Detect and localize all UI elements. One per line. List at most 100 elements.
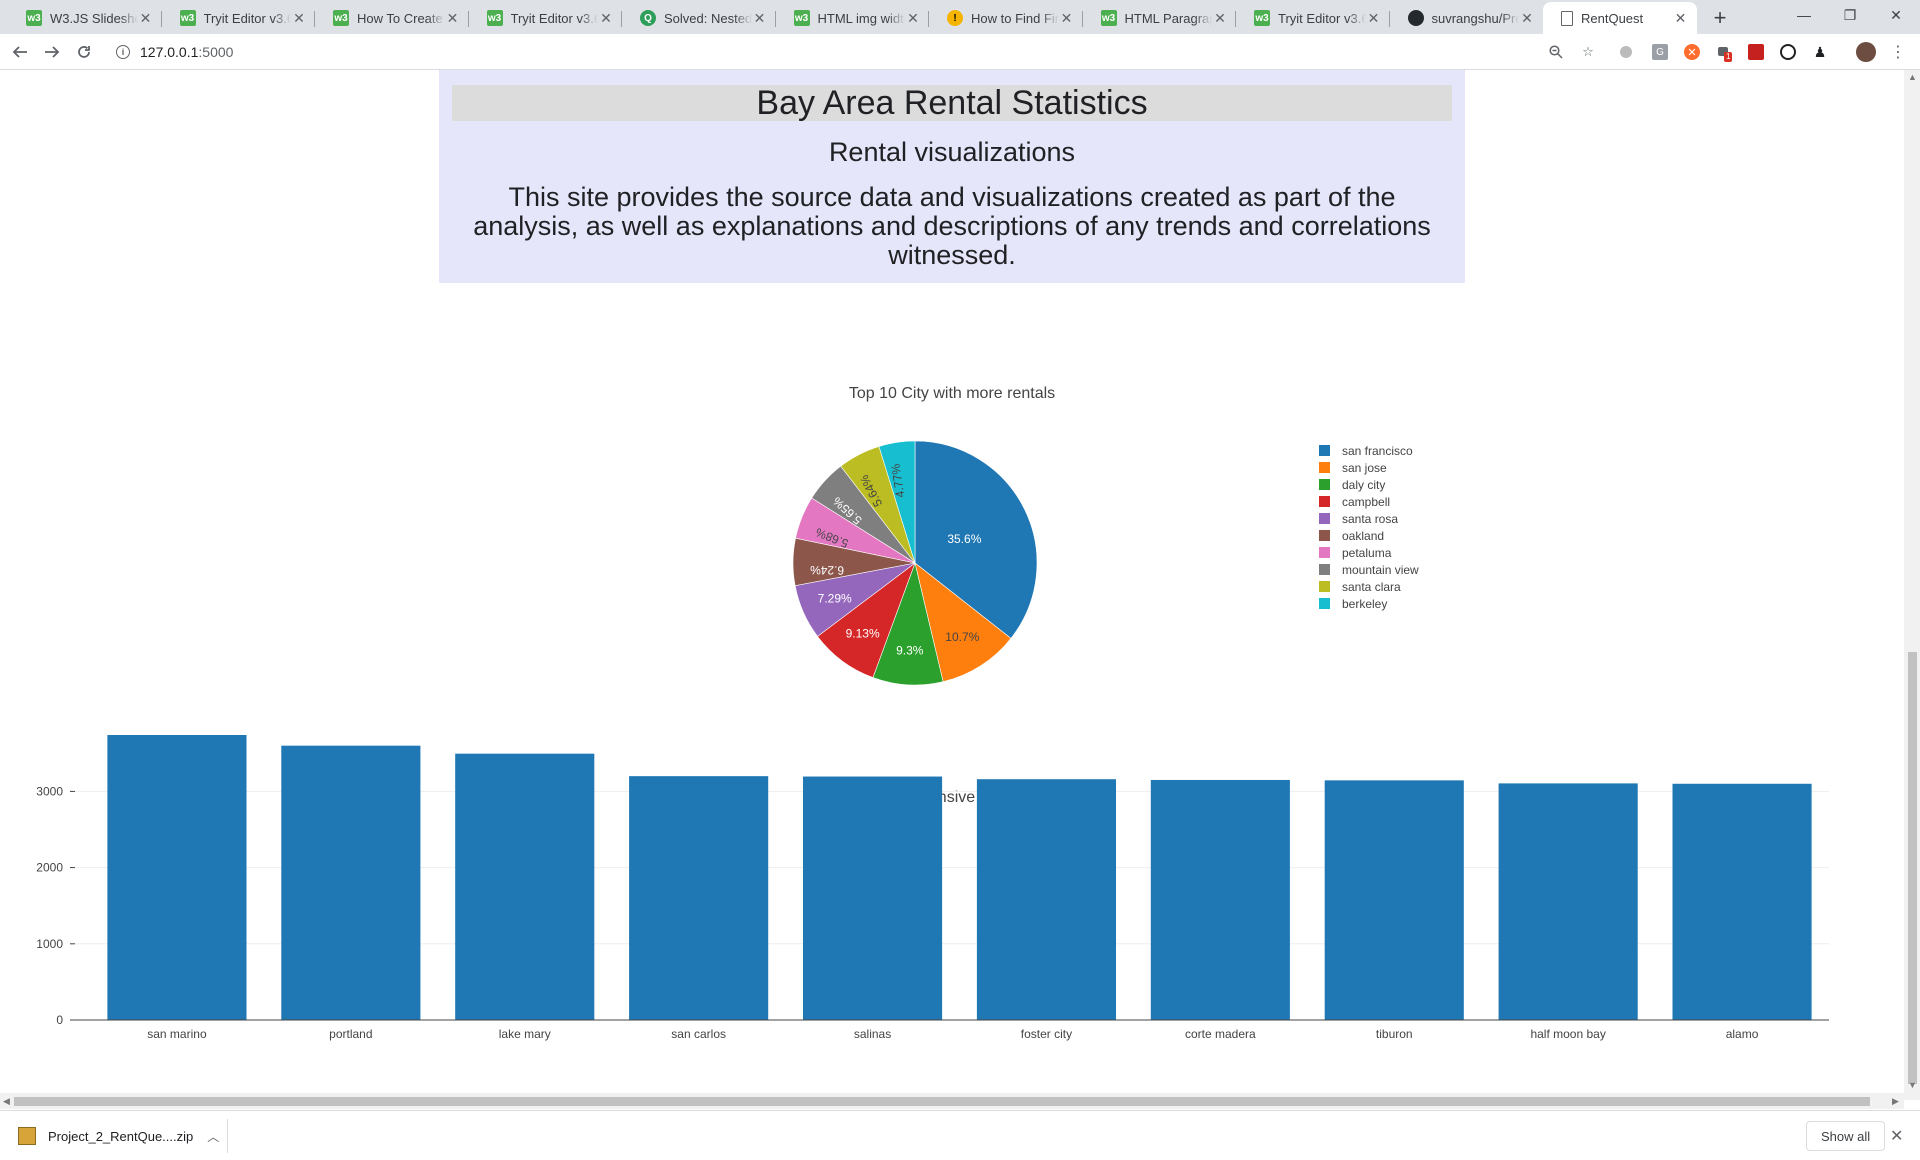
x-tick-label: corte madera xyxy=(1185,1027,1256,1041)
close-window-button[interactable]: ✕ xyxy=(1873,0,1919,30)
x-tick-label: san carlos xyxy=(671,1027,726,1041)
x-tick-label: half moon bay xyxy=(1530,1027,1605,1041)
horizontal-scroll-thumb[interactable] xyxy=(14,1097,1870,1106)
vertical-scroll-thumb[interactable] xyxy=(1908,652,1917,1084)
close-tab-icon[interactable]: ✕ xyxy=(598,10,614,27)
github-icon xyxy=(1407,10,1424,26)
extension-g-icon[interactable]: G xyxy=(1652,44,1668,60)
close-tab-icon[interactable]: ✕ xyxy=(138,10,154,27)
legend-item[interactable]: daly city xyxy=(1342,478,1385,492)
browser-tab[interactable]: RentQuest ✕ xyxy=(1543,2,1697,34)
legend-item[interactable]: petaluma xyxy=(1342,546,1392,560)
browser-tab[interactable]: w3 Tryit Editor v3.6 ✕ xyxy=(469,2,622,34)
restore-window-button[interactable]: ❐ xyxy=(1827,0,1873,30)
legend-item[interactable]: santa rosa xyxy=(1342,512,1398,526)
extension-gray-icon[interactable] xyxy=(1620,46,1632,58)
legend-item[interactable]: mountain view xyxy=(1342,563,1419,577)
close-tab-icon[interactable]: ✕ xyxy=(752,10,768,27)
tab-title: Tryit Editor v3.6 xyxy=(203,10,292,26)
browser-tab[interactable]: w3 HTML Paragraph✕ xyxy=(1083,2,1236,34)
tab-title: Solved: Nested If xyxy=(664,10,752,26)
download-item[interactable]: Project_2_RentQue....zip ︿ xyxy=(18,1119,228,1153)
legend-swatch xyxy=(1319,564,1330,575)
bar[interactable] xyxy=(1672,783,1812,1020)
pie-slice-label: 7.29% xyxy=(818,592,852,606)
show-all-button[interactable]: Show all xyxy=(1806,1121,1886,1151)
close-download-bar-icon[interactable]: ✕ xyxy=(1890,1126,1903,1146)
zoom-icon[interactable] xyxy=(1548,44,1564,60)
browser-tab[interactable]: w3 Tryit Editor v3.6 ✕ xyxy=(1236,2,1390,34)
download-bar: Project_2_RentQue....zip ︿ Show all ✕ xyxy=(0,1110,1920,1160)
extension-badge-icon[interactable]: 1 xyxy=(1716,44,1733,62)
legend-item[interactable]: oakland xyxy=(1342,529,1384,543)
browser-tab[interactable]: w3 W3.JS Slideshow✕ xyxy=(8,2,162,34)
scroll-right-icon[interactable]: ▶ xyxy=(1892,1096,1899,1107)
page-subtitle: Rental visualizations xyxy=(828,137,1076,167)
pie-slice-label: 9.3% xyxy=(896,644,924,658)
pie-slice-label: 6.24% xyxy=(810,563,844,577)
close-tab-icon[interactable]: ✕ xyxy=(1673,10,1689,27)
pie-chart-title: Top 10 City with more rentals xyxy=(849,385,1055,402)
back-button[interactable] xyxy=(6,38,34,66)
address-bar[interactable]: i 127.0.0.1:5000 xyxy=(108,38,1594,66)
profile-avatar[interactable] xyxy=(1856,42,1876,62)
browser-tab[interactable]: w3 Tryit Editor v3.6 ✕ xyxy=(162,2,315,34)
chevron-up-icon[interactable]: ︿ xyxy=(207,1128,219,1145)
bar[interactable] xyxy=(1324,780,1464,1020)
bar[interactable] xyxy=(107,735,247,1020)
forward-button[interactable] xyxy=(38,38,66,66)
close-tab-icon[interactable]: ✕ xyxy=(1059,10,1075,27)
bar[interactable] xyxy=(1150,779,1290,1020)
bar[interactable] xyxy=(976,779,1117,1020)
scroll-down-icon[interactable]: ▼ xyxy=(1908,1080,1917,1090)
legend-item[interactable]: campbell xyxy=(1342,495,1390,509)
browser-tab[interactable]: w3 How To Create a ✕ xyxy=(315,2,469,34)
browser-tab[interactable]: ! How to Find Find✕ xyxy=(929,2,1083,34)
close-tab-icon[interactable]: ✕ xyxy=(291,10,307,27)
clock-extension-icon[interactable] xyxy=(1780,44,1796,60)
x-tick-label: lake mary xyxy=(499,1027,551,1041)
close-tab-icon[interactable]: ✕ xyxy=(905,10,921,27)
tab-title: W3.JS Slideshow xyxy=(50,10,138,26)
legend-item[interactable]: berkeley xyxy=(1342,597,1387,611)
person-extension-icon[interactable]: ♟ xyxy=(1812,44,1828,60)
vertical-scrollbar[interactable]: ▲ ▼ xyxy=(1904,70,1920,1100)
reload-icon xyxy=(78,46,90,58)
new-tab-button[interactable]: + xyxy=(1706,4,1734,32)
tab-title: Tryit Editor v3.6 xyxy=(1278,10,1366,26)
w3schools-icon: w3 xyxy=(1100,10,1117,26)
browser-tab[interactable]: Q Solved: Nested If✕ xyxy=(622,2,776,34)
close-tab-icon[interactable]: ✕ xyxy=(1366,10,1382,27)
bar[interactable] xyxy=(802,776,943,1020)
scroll-left-icon[interactable]: ◀ xyxy=(3,1096,10,1107)
close-tab-icon[interactable]: ✕ xyxy=(1519,10,1535,27)
pdf-extension-icon[interactable] xyxy=(1748,44,1764,60)
page-content: Bay Area Rental Statistics Rental visual… xyxy=(0,70,1904,1100)
legend-swatch xyxy=(1319,530,1330,541)
bar[interactable] xyxy=(1498,783,1638,1020)
scroll-up-icon[interactable]: ▲ xyxy=(1908,72,1917,82)
bar[interactable] xyxy=(629,776,769,1020)
bar[interactable] xyxy=(281,745,421,1020)
horizontal-scrollbar[interactable]: ◀ ▶ xyxy=(0,1093,1904,1109)
browser-tab[interactable]: suvrangshu/Proj ✕ xyxy=(1390,2,1544,34)
reload-button[interactable] xyxy=(70,38,98,66)
minimize-window-button[interactable]: — xyxy=(1781,0,1827,30)
site-info-icon[interactable]: i xyxy=(116,45,130,59)
extension-orange-icon[interactable]: ✕ xyxy=(1684,44,1700,60)
bar[interactable] xyxy=(455,753,595,1020)
download-filename: Project_2_RentQue....zip xyxy=(48,1128,194,1144)
bar-chart[interactable]: Top 10 expensive city to rent01000200030… xyxy=(0,700,1904,1060)
legend-item[interactable]: santa clara xyxy=(1342,580,1401,594)
close-tab-icon[interactable]: ✕ xyxy=(445,10,461,27)
w3schools-icon: w3 xyxy=(179,10,196,26)
browser-tab[interactable]: w3 HTML img width ✕ xyxy=(776,2,929,34)
bookmark-star-icon[interactable]: ☆ xyxy=(1580,44,1596,60)
legend-item[interactable]: san jose xyxy=(1342,461,1387,475)
x-tick-label: salinas xyxy=(854,1027,891,1041)
pie-chart[interactable]: Top 10 City with more rentals 35.6% 10.7% 9… xyxy=(0,300,1904,700)
zip-file-icon xyxy=(18,1127,36,1145)
menu-kebab-icon[interactable]: ⋮ xyxy=(1890,44,1906,61)
close-tab-icon[interactable]: ✕ xyxy=(1212,10,1228,27)
legend-item[interactable]: san francisco xyxy=(1342,444,1413,458)
